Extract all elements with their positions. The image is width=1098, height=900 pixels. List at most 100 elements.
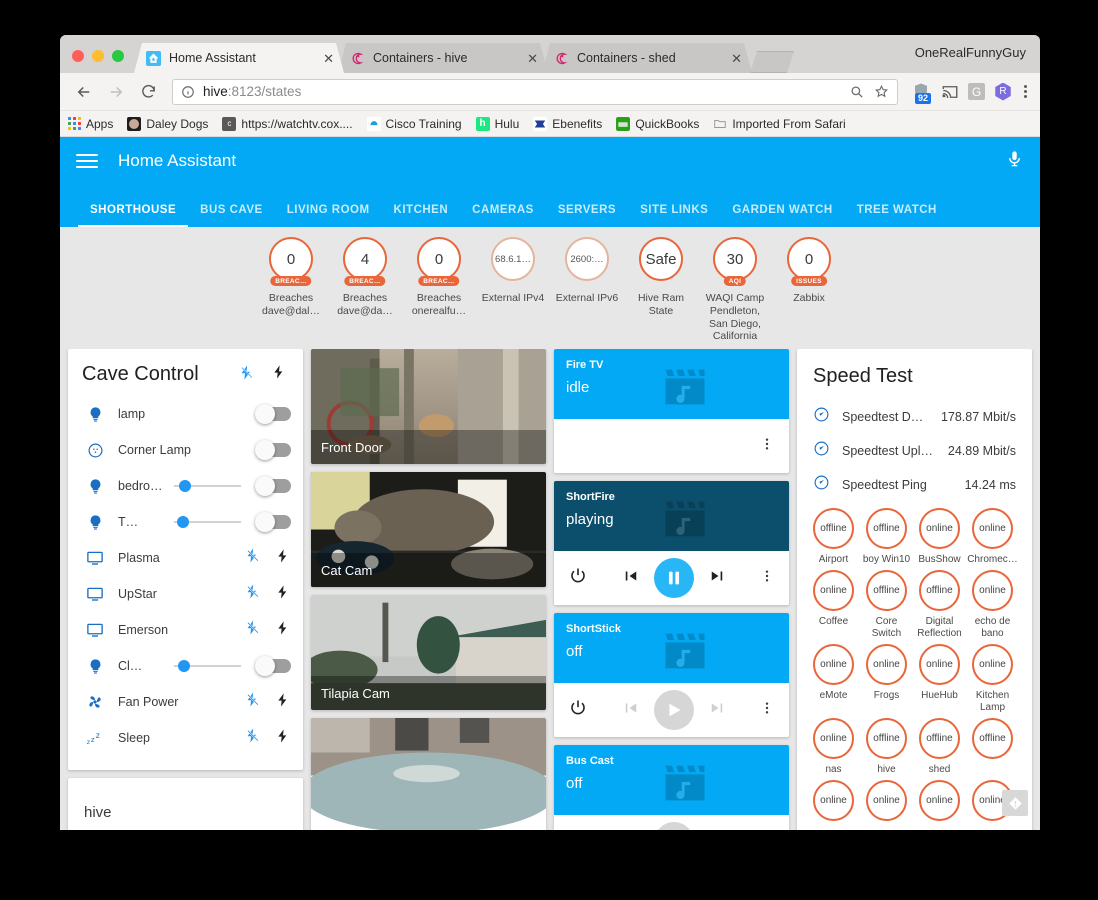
bookmark-watchtv-cox[interactable]: c https://watchtv.cox.... [222,116,353,131]
reload-icon[interactable] [134,78,162,106]
entity-state-circle[interactable]: online [919,644,960,686]
tab-site-links[interactable]: SITE LINKS [628,204,720,227]
media-player-header[interactable]: ShortFire playing [554,481,789,552]
badge-6[interactable]: 30 AQI WAQI Camp Pendleton, San Diego, Cal… [702,237,768,343]
address-bar[interactable]: hive:8123/states [172,78,898,105]
flash-off-icon[interactable] [244,619,261,641]
previous-track-icon[interactable] [622,567,640,590]
bookmark-daley-dogs[interactable]: Daley Dogs [127,116,208,131]
row-toggle[interactable] [255,476,291,497]
row-toggle[interactable] [255,512,291,533]
microphone-icon[interactable] [1005,149,1024,173]
feedly-icon[interactable] [1002,790,1028,816]
entity-state-circle[interactable]: offline [919,570,960,612]
more-vert-icon[interactable] [759,700,775,721]
badge-circle[interactable]: 30 AQI [713,237,757,286]
play-icon[interactable] [653,690,694,731]
google-icon[interactable]: G [968,83,985,100]
entity-state-circle[interactable]: online [813,644,854,686]
bookmark-ebenefits[interactable]: Ebenefits [533,116,602,131]
speed-test-row[interactable]: Speedtest Downlo… 178.87 Mbit/s [797,400,1032,434]
badge-circle[interactable]: 68.6.1… [491,237,535,281]
cave-control-row[interactable]: lamp [68,396,303,432]
cave-control-row[interactable]: Plasma [68,540,303,576]
media-player-header[interactable]: Bus Cast off [554,745,789,816]
entity-badge[interactable]: online Coffee [807,570,860,640]
badge-7[interactable]: 0 ISSUES Zabbix [776,237,842,343]
flash-off-icon[interactable] [244,547,261,569]
new-tab-button[interactable] [750,51,794,73]
badge-2[interactable]: 0 BREAC… Breaches onerealfu… [406,237,472,343]
row-toggle[interactable] [255,656,291,677]
badge-circle[interactable]: 2600:… [565,237,609,281]
entity-badge[interactable]: offline [966,718,1019,776]
tab-containers-shed[interactable]: Containers - shed ✕ [542,43,752,73]
badge-circle[interactable]: 0 BREAC… [269,237,313,286]
entity-state-circle[interactable]: offline [919,718,960,760]
maximize-window-button[interactable] [112,50,124,62]
camera-card[interactable] [311,718,546,830]
badge-circle[interactable]: 0 BREAC… [417,237,461,286]
cave-control-row[interactable]: Corner Lamp [68,432,303,468]
tab-living-room[interactable]: LIVING ROOM [275,204,382,227]
more-vert-icon[interactable] [759,436,775,457]
entity-state-circle[interactable]: online [813,718,854,760]
flash-on-icon[interactable] [275,620,291,641]
badge-5[interactable]: Safe Hive Ram State [628,237,694,343]
cave-control-row[interactable]: Cl… [68,648,303,684]
row-brightness-slider[interactable] [174,516,241,529]
tab-containers-hive[interactable]: Containers - hive ✕ [338,43,548,73]
tab-tree-watch[interactable]: TREE WATCH [845,204,949,227]
window-traffic-lights[interactable] [60,50,134,73]
entity-badge[interactable]: online eMote [807,644,860,714]
entity-state-circle[interactable]: offline [866,508,907,550]
more-vert-icon[interactable] [759,568,775,589]
entity-badge[interactable]: online nas [807,718,860,776]
close-window-button[interactable] [72,50,84,62]
flash-on-icon[interactable] [275,728,291,749]
badge-4[interactable]: 2600:… External IPv6 [554,237,620,343]
badge-0[interactable]: 0 BREAC… Breaches dave@dal… [258,237,324,343]
hamburger-menu-icon[interactable] [76,154,98,168]
entity-badge[interactable]: online Frogs [860,644,913,714]
row-brightness-slider[interactable] [174,480,241,493]
bookmark-hulu[interactable]: h Hulu [475,116,519,131]
pause-icon[interactable] [653,558,694,599]
browser-profile-label[interactable]: OneRealFunnyGuy [915,45,1026,60]
power-icon[interactable] [568,566,588,591]
entity-state-circle[interactable]: online [919,508,960,550]
entity-state-circle[interactable]: offline [972,718,1013,760]
entity-badge[interactable]: online BusShow [913,508,966,566]
bookmark-apps[interactable]: Apps [68,117,113,131]
minimize-window-button[interactable] [92,50,104,62]
entity-badge[interactable]: offline hive [860,718,913,776]
entity-badge[interactable]: online Chromec… [966,508,1019,566]
entity-badge[interactable]: offline Airport [807,508,860,566]
speed-test-row[interactable]: Speedtest Upload 24.89 Mbit/s [797,434,1032,468]
bookmark-quickbooks[interactable]: QuickBooks [616,116,699,131]
tab-kitchen[interactable]: KITCHEN [382,204,461,227]
badge-circle[interactable]: 4 BREAC… [343,237,387,286]
flash-off-icon[interactable] [238,364,255,386]
entity-state-circle[interactable]: online [972,644,1013,686]
entity-state-circle[interactable]: online [866,644,907,686]
media-player-header[interactable]: ShortStick off [554,613,789,684]
cave-control-row[interactable]: bedro… [68,468,303,504]
entity-badge[interactable]: offline shed [913,718,966,776]
entity-state-circle[interactable]: offline [866,718,907,760]
cave-control-row[interactable]: T… [68,504,303,540]
tab-home-assistant[interactable]: Home Assistant ✕ [134,43,344,73]
entity-state-circle[interactable]: online [813,570,854,612]
flash-on-icon[interactable] [275,548,291,569]
tab-bus-cave[interactable]: BUS CAVE [188,204,275,227]
entity-badge[interactable]: online Kitchen Lamp [966,644,1019,714]
tab-close-icon[interactable]: ✕ [717,52,742,65]
flash-off-icon[interactable] [244,691,261,713]
zoom-out-icon[interactable] [849,84,864,99]
flash-on-icon[interactable] [275,584,291,605]
tab-servers[interactable]: SERVERS [546,204,628,227]
entity-state-circle[interactable]: offline [866,570,907,612]
bookmark-cisco-training[interactable]: Cisco Training [366,116,462,131]
page-info-icon[interactable] [181,85,195,99]
cave-control-row[interactable]: Emerson [68,612,303,648]
